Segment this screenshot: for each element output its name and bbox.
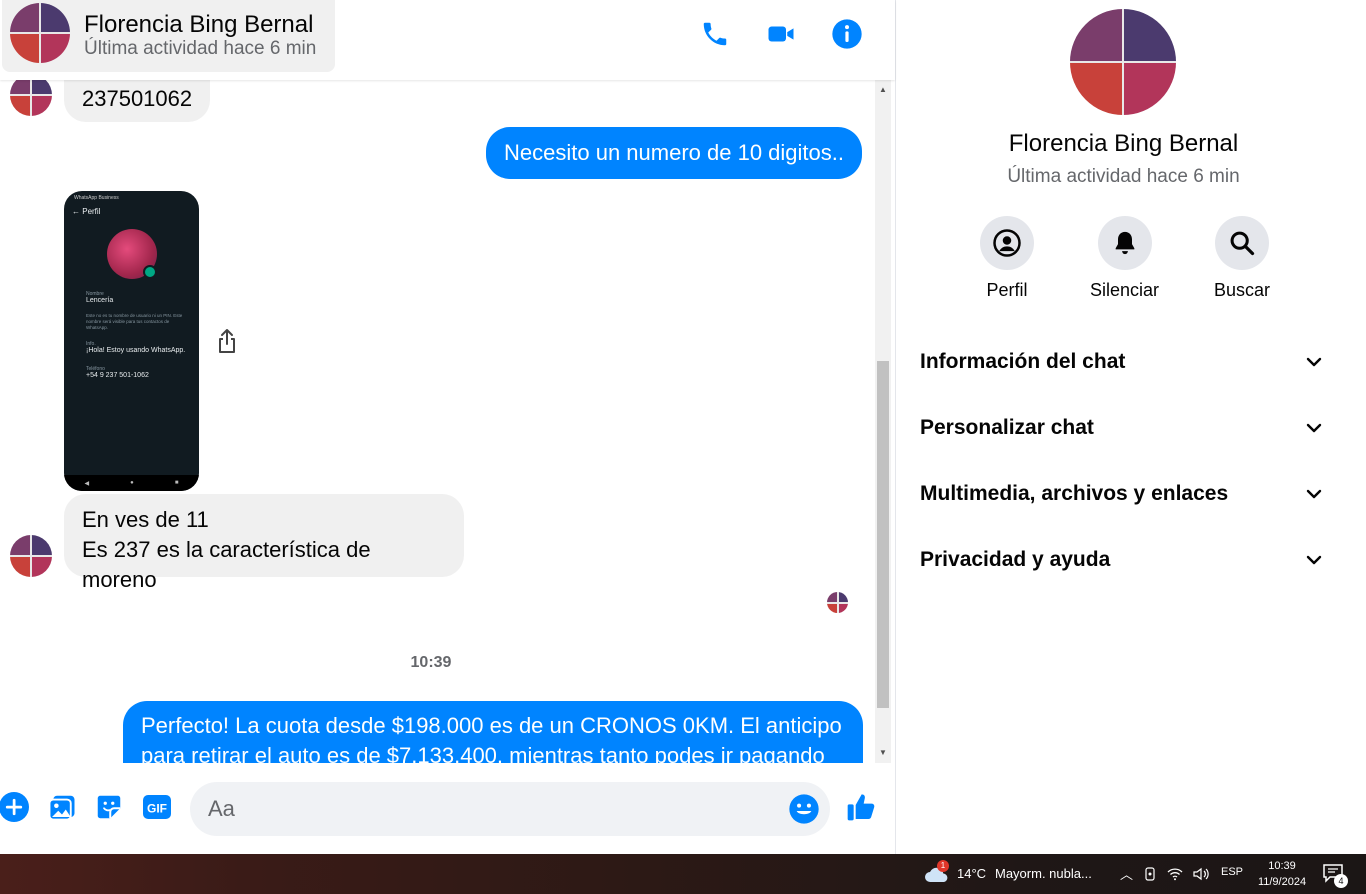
conversation-info-panel: Florencia Bing Bernal Última actividad h… <box>895 0 1350 854</box>
message-input[interactable] <box>208 782 778 836</box>
info-avatar[interactable] <box>1070 9 1176 115</box>
chat-header: Florencia Bing Bernal Última actividad h… <box>0 0 895 80</box>
message-line: En ves de 11 <box>82 507 209 532</box>
chevron-down-icon <box>1306 489 1322 499</box>
image-title: ← Perfil <box>72 207 101 216</box>
message-line: Es 237 es la característica de moreno <box>82 537 371 592</box>
seen-indicator-avatar <box>827 592 848 613</box>
image-phone-row: Teléfono +54 9 237 501-1062 <box>86 366 149 379</box>
share-button[interactable] <box>216 328 238 354</box>
section-privacy-help[interactable]: Privacidad y ayuda <box>920 538 1324 582</box>
windows-taskbar: 1 14°C Mayorm. nubla... ︿ ESP 10:39 11/9… <box>0 854 1366 894</box>
video-call-button[interactable] <box>763 16 799 52</box>
svg-text:GIF: GIF <box>147 802 167 816</box>
weather-alert-badge: 1 <box>937 860 949 872</box>
profile-action-label: Perfil <box>986 280 1028 300</box>
sender-avatar[interactable] <box>10 535 52 577</box>
meet-now-icon[interactable] <box>1143 866 1157 881</box>
gif-icon: GIF <box>143 795 171 819</box>
incoming-message[interactable]: 237501062 <box>64 80 211 122</box>
info-icon <box>832 19 862 49</box>
gif-button[interactable]: GIF <box>141 791 173 823</box>
incoming-message[interactable]: En ves de 11 Es 237 es la característica… <box>64 494 464 592</box>
share-icon <box>219 329 235 353</box>
plus-icon <box>0 792 29 822</box>
profile-action[interactable]: Perfil <box>952 216 1062 301</box>
message-input-wrapper <box>190 782 830 836</box>
shared-image[interactable]: WhatsApp Business ← Perfil Nombre Lencer… <box>64 191 199 491</box>
search-action-label: Buscar <box>1213 280 1271 300</box>
section-title: Multimedia, archivos y enlaces <box>920 482 1229 505</box>
clock-time: 10:39 <box>1268 860 1296 872</box>
contact-avatar[interactable] <box>10 3 70 63</box>
search-icon <box>1230 231 1255 256</box>
emoji-button[interactable] <box>788 793 820 825</box>
system-tray: ︿ <box>1120 864 1209 883</box>
chevron-down-icon <box>1306 423 1322 433</box>
scroll-thumb[interactable] <box>877 361 889 708</box>
volume-icon[interactable] <box>1193 867 1209 881</box>
photo-icon <box>48 795 75 821</box>
wifi-icon[interactable] <box>1167 867 1183 881</box>
profile-icon <box>993 229 1021 257</box>
sender-avatar[interactable] <box>10 80 52 116</box>
phone-icon <box>703 22 727 46</box>
section-media-files-links[interactable]: Multimedia, archivos y enlaces <box>920 472 1324 516</box>
mute-action-label: Silenciar <box>1089 280 1160 300</box>
section-title: Información del chat <box>920 350 1126 373</box>
outgoing-message[interactable]: Perfecto! La cuota desde $198.000 es de … <box>123 701 863 763</box>
thumbs-up-icon <box>847 794 875 821</box>
image-camera-badge <box>143 265 157 279</box>
chevron-down-icon <box>1306 555 1322 565</box>
call-button[interactable] <box>697 16 733 52</box>
image-status-bar: WhatsApp Business <box>74 195 119 201</box>
composer: GIF <box>0 763 895 854</box>
section-title: Privacidad y ayuda <box>920 548 1111 571</box>
chat-panel: Florencia Bing Bernal Última actividad h… <box>0 0 895 854</box>
contact-chip[interactable]: Florencia Bing Bernal Última actividad h… <box>2 0 335 72</box>
search-action[interactable]: Buscar <box>1187 216 1297 301</box>
message-scrollbar[interactable]: ▲ ▼ <box>875 80 891 763</box>
chevron-up-icon[interactable]: ︿ <box>1120 864 1133 883</box>
send-like-button[interactable] <box>845 791 877 823</box>
clock-date: 11/9/2024 <box>1257 876 1307 888</box>
outgoing-message[interactable]: Necesito un numero de 10 digitos.. <box>486 127 862 179</box>
weather-temperature[interactable]: 14°C <box>957 866 986 881</box>
image-name-row: Nombre Lencería <box>86 291 114 304</box>
message-list[interactable]: 237501062 Necesito un numero de 10 digit… <box>0 80 875 763</box>
image-info-row: Info. ¡Hola! Estoy usando WhatsApp. <box>86 341 186 354</box>
bell-icon <box>1115 231 1134 255</box>
image-name-note: Este no es tu nombre de usuario ni un PI… <box>86 313 183 330</box>
image-nav-bar: ◀ ● ■ <box>64 475 199 491</box>
section-title: Personalizar chat <box>920 416 1094 439</box>
contact-status: Última actividad hace 6 min <box>84 38 317 59</box>
info-contact-status: Última actividad hace 6 min <box>1007 166 1240 187</box>
sticker-button[interactable] <box>93 791 125 823</box>
section-chat-info[interactable]: Información del chat <box>920 340 1324 384</box>
scroll-up-arrow[interactable]: ▲ <box>878 85 888 95</box>
clock[interactable]: 10:39 11/9/2024 <box>1250 858 1314 890</box>
mute-action[interactable]: Silenciar <box>1070 216 1180 301</box>
chevron-down-icon <box>1306 357 1322 367</box>
attach-photo-button[interactable] <box>46 791 78 823</box>
video-camera-icon <box>768 26 794 42</box>
scroll-down-arrow[interactable]: ▼ <box>878 748 888 758</box>
time-separator: 10:39 <box>410 654 452 671</box>
contact-name[interactable]: Florencia Bing Bernal <box>84 11 313 39</box>
sticker-icon <box>97 795 121 819</box>
input-language[interactable]: ESP <box>1221 866 1243 878</box>
emoji-icon <box>789 794 819 824</box>
info-contact-name: Florencia Bing Bernal <box>1008 130 1239 157</box>
more-actions-button[interactable] <box>0 791 30 823</box>
window-edge <box>1350 0 1366 854</box>
weather-condition[interactable]: Mayorm. nubla... <box>995 866 1092 881</box>
section-customize-chat[interactable]: Personalizar chat <box>920 406 1324 450</box>
notification-count-badge: 4 <box>1334 874 1348 888</box>
conversation-info-button[interactable] <box>829 16 865 52</box>
